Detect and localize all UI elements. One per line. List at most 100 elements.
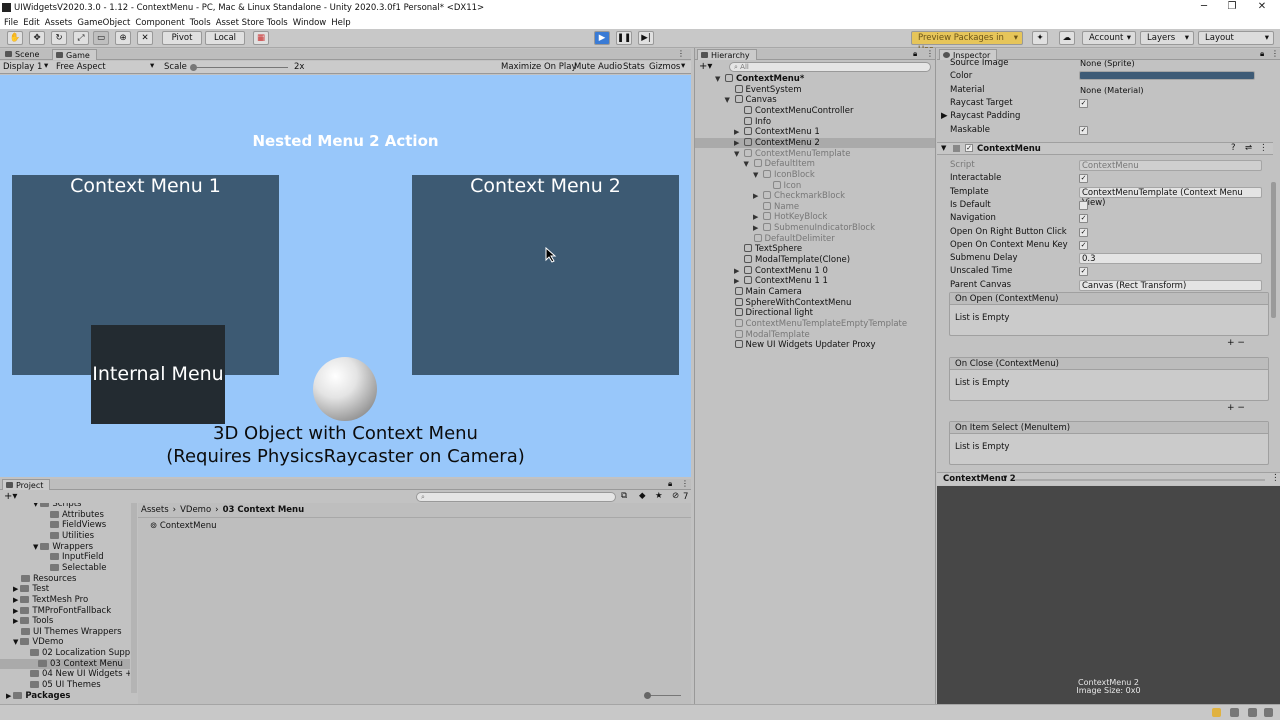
expand-arrow-icon[interactable]: ▶ [734, 266, 739, 277]
project-folder-item[interactable]: ▼ VDemo [13, 637, 63, 648]
panel-menu-icon[interactable]: ⋮ [677, 49, 685, 58]
lock-icon[interactable]: 🔒︎ [913, 49, 917, 59]
hierarchy-item[interactable]: ▼ DefaultItem [744, 159, 815, 170]
property-value[interactable]: None (Sprite) [1080, 58, 1135, 69]
play-button-icon[interactable]: ▶ [594, 31, 610, 45]
hierarchy-item[interactable]: TextSphere [744, 244, 802, 255]
project-folder-item[interactable]: ▶ Test [13, 584, 49, 595]
collab-icon[interactable]: ✦ [1032, 31, 1048, 45]
hierarchy-item[interactable]: EventSystem [734, 84, 802, 96]
layers-dropdown[interactable]: Layers [1140, 31, 1194, 45]
menu-component[interactable]: Component [135, 18, 184, 28]
expand-arrow-icon[interactable]: ▶ [753, 191, 758, 202]
project-folder-item[interactable]: Utilities [42, 531, 94, 542]
help-icon[interactable]: ? [1231, 143, 1236, 153]
expand-arrow-icon[interactable]: ▶ [6, 692, 11, 700]
add-remove-buttons[interactable]: + − [1227, 338, 1245, 348]
project-folder-item[interactable]: ▶ Tools [13, 616, 53, 627]
hierarchy-item[interactable]: ▶ ContextMenu 1 1 [734, 276, 828, 287]
expand-arrow-icon[interactable]: ▼ [13, 638, 18, 646]
hierarchy-item[interactable]: ▼ IconBlock [753, 169, 815, 181]
hierarchy-item[interactable]: DefaultDelimiter [753, 233, 835, 245]
project-folder-item[interactable]: 04 New UI Widgets + U [22, 669, 130, 680]
expand-arrow-icon[interactable]: ▶ [753, 223, 758, 234]
context-menu-1-panel[interactable]: Context Menu 1 Internal Menu [12, 175, 279, 424]
tab-scene[interactable]: Scene [2, 49, 45, 60]
project-folder-item[interactable]: Attributes [42, 510, 104, 521]
hierarchy-item[interactable]: ▶ CheckmarkBlock [753, 191, 845, 202]
hierarchy-search-input[interactable]: ⌕ All [729, 62, 931, 72]
asset-item[interactable]: ⊚ ContextMenu [150, 521, 216, 531]
menu-help[interactable]: Help [331, 18, 350, 28]
hierarchy-item[interactable]: ▶ HotKeyBlock [753, 212, 827, 223]
menu-gameobject[interactable]: GameObject [77, 18, 130, 28]
property-checkbox[interactable]: ✓ [1079, 125, 1088, 135]
component-enabled-checkbox[interactable]: ✓ [965, 144, 973, 152]
project-folder-item[interactable]: ▶ TextMesh Pro [13, 595, 88, 606]
sphere-3d-object[interactable] [313, 357, 377, 421]
expand-arrow-icon[interactable]: ▶ [753, 212, 758, 223]
custom-tool-icon[interactable]: ✕ [137, 31, 153, 45]
add-remove-buttons[interactable]: + − [1227, 403, 1245, 413]
create-add-icon[interactable]: +▾ [699, 61, 712, 72]
expand-arrow-icon[interactable]: ▼ [734, 149, 739, 160]
hierarchy-item[interactable]: ▼ Canvas [725, 95, 777, 106]
project-folder-item[interactable]: 02 Localization Support [22, 648, 130, 659]
mute-audio-toggle[interactable]: Mute Audio [574, 62, 622, 72]
hierarchy-item[interactable]: Main Camera [734, 287, 802, 298]
project-folder-item[interactable]: 03 Context Menu [0, 658, 130, 670]
expand-arrow-icon[interactable]: ▼ [33, 503, 38, 508]
property-checkbox[interactable]: ✓ [1079, 227, 1088, 237]
move-tool-icon[interactable]: ✥ [29, 31, 45, 45]
project-folder-item[interactable]: ▶ TMProFontFallback [13, 606, 111, 617]
hierarchy-item[interactable]: ▼ ContextMenu* [715, 74, 804, 85]
contextmenu-component-header[interactable]: ▼ ✓ ContextMenu ? ⇌ ⋮ [937, 142, 1273, 155]
internal-menu-panel[interactable]: Internal Menu [91, 325, 225, 424]
hidden-packages-icon[interactable]: ⊘ [672, 491, 679, 501]
preview-chevron-icon[interactable]: ▾ [1003, 473, 1007, 483]
rotate-tool-icon[interactable]: ↻ [51, 31, 67, 45]
expand-arrow-icon[interactable]: ▼ [715, 74, 720, 85]
property-checkbox[interactable]: ✓ [1079, 267, 1088, 277]
hierarchy-item[interactable]: ▼ ContextMenuTemplate [734, 148, 850, 160]
hierarchy-item[interactable]: Info [744, 116, 771, 128]
minimize-icon[interactable]: ─ [1190, 1, 1218, 12]
property-field[interactable]: ContextMenuTemplate (Context Menu View) [1079, 186, 1262, 208]
tab-game[interactable]: Game [52, 49, 97, 60]
gizmos-chevron-icon[interactable]: ▾ [681, 61, 685, 71]
project-folder-item[interactable]: UI Themes Wrappers [13, 627, 122, 638]
expand-arrow-icon[interactable]: ▶ [13, 585, 18, 593]
game-view[interactable]: Nested Menu 2 Action Context Menu 1 Inte… [0, 75, 691, 477]
step-button-icon[interactable]: ▶| [638, 31, 654, 45]
local-button[interactable]: Local [205, 31, 245, 45]
transform-tool-icon[interactable]: ⊕ [115, 31, 131, 45]
maximize-on-play-toggle[interactable]: Maximize On Play [501, 62, 576, 72]
tab-project[interactable]: Project [2, 479, 51, 490]
gizmos-toggle[interactable]: Gizmos [649, 62, 680, 72]
project-add-icon[interactable]: +▾ [4, 491, 17, 502]
maximize-icon[interactable]: ❐ [1218, 1, 1246, 12]
scale-slider-track[interactable] [193, 67, 288, 68]
expand-arrow-icon[interactable]: ▼ [33, 543, 38, 551]
property-field[interactable]: Canvas (Rect Transform) [1079, 279, 1262, 291]
expand-arrow-icon[interactable]: ▶ [13, 617, 18, 625]
menu-window[interactable]: Window [293, 18, 327, 28]
expand-arrow-icon[interactable]: ▶ [13, 596, 18, 604]
project-folder-item[interactable]: Selectable [42, 563, 106, 574]
hierarchy-item[interactable]: ModalTemplate [734, 329, 810, 341]
cloud-icon[interactable]: ☁ [1059, 31, 1075, 45]
project-folder-item[interactable]: FieldViews [42, 520, 106, 531]
icon-size-slider-thumb[interactable] [644, 692, 651, 699]
context-menu-2-panel[interactable]: Context Menu 2 [412, 175, 679, 375]
scale-tool-icon[interactable]: ⤢ [73, 31, 89, 45]
hand-tool-icon[interactable]: ✋ [7, 31, 23, 45]
breadcrumb-vdemo[interactable]: VDemo [180, 505, 211, 515]
presets-icon[interactable]: ⇌ [1245, 143, 1252, 153]
hierarchy-item[interactable]: Name [763, 201, 799, 213]
grid-snap-icon[interactable]: ▦ [253, 31, 269, 45]
hierarchy-item[interactable]: ContextMenuTemplateEmptyTemplate [734, 318, 907, 330]
search-by-label-icon[interactable]: ◆ [639, 491, 646, 501]
preview-header[interactable]: ContextMenu 2 ▾ ⋮ [937, 472, 1280, 485]
property-checkbox[interactable] [1079, 200, 1088, 210]
breadcrumb-current[interactable]: 03 Context Menu [223, 505, 305, 515]
